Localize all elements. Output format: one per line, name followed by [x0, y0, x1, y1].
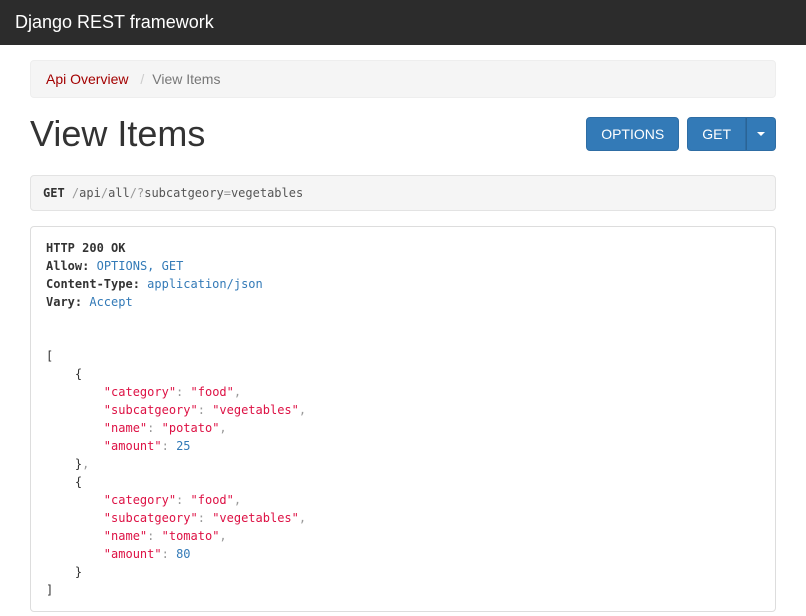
get-dropdown-toggle[interactable] — [746, 117, 776, 151]
navbar: Django REST framework — [0, 0, 806, 45]
request-info: GET /api/all/?subcatgeory=vegetables — [30, 175, 776, 211]
response-info: HTTP 200 OK Allow: OPTIONS, GET Content-… — [30, 226, 776, 612]
breadcrumb-item-current: View Items — [132, 71, 220, 87]
get-button[interactable]: GET — [687, 117, 746, 151]
response-meta: HTTP 200 OK Allow: OPTIONS, GET Content-… — [46, 239, 760, 311]
page-title: View Items — [30, 113, 205, 155]
breadcrumb-link-root[interactable]: Api Overview — [46, 71, 128, 87]
breadcrumb-item-root: Api Overview — [46, 71, 128, 87]
get-button-group: GET — [687, 117, 776, 151]
page-header: View Items OPTIONS GET — [30, 113, 776, 155]
response-body: [ { "category": "food", "subcatgeory": "… — [46, 329, 760, 599]
response-status: HTTP 200 OK — [46, 241, 125, 255]
request-method: GET — [43, 186, 65, 200]
action-buttons: OPTIONS GET — [586, 117, 776, 151]
main-container: Api Overview View Items View Items OPTIO… — [15, 60, 791, 612]
navbar-brand[interactable]: Django REST framework — [15, 12, 214, 33]
chevron-down-icon — [757, 132, 765, 136]
options-button[interactable]: OPTIONS — [586, 117, 679, 151]
request-path: /api/all/?subcatgeory=vegetables — [72, 186, 303, 200]
breadcrumb: Api Overview View Items — [30, 60, 776, 98]
